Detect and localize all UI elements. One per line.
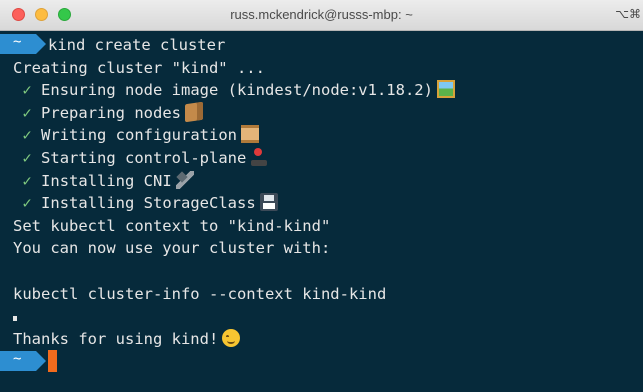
thanks-line: Thanks for using kind!: [13, 328, 643, 351]
step-text: Installing StorageClass: [41, 194, 256, 213]
step-line: ✓ Ensuring node image (kindest/node:v1.1…: [13, 79, 643, 102]
smiling-face-icon: [222, 328, 241, 347]
step-line: ✓ Installing CNI: [13, 170, 643, 193]
prompt-badge: ~: [0, 351, 46, 372]
context-line: Set kubectl context to "kind-kind": [13, 216, 331, 235]
step-text: Preparing nodes: [41, 103, 182, 122]
command-line: ~ kind create cluster: [0, 34, 643, 57]
check-icon: ✓: [22, 194, 32, 213]
prompt-cwd: ~: [13, 34, 22, 50]
window-title: russ.mckendrick@russs-mbp: ~: [230, 7, 413, 22]
creating-cluster-line: Creating cluster "kind" ...: [13, 58, 265, 77]
step-line: ✓ Installing StorageClass: [13, 192, 643, 215]
keyboard-shortcut-hint: ⌥⌘: [615, 7, 641, 21]
terminal-window: russ.mckendrick@russs-mbp: ~ ⌥⌘ ~ kind cr…: [0, 0, 643, 392]
joystick-icon: [250, 147, 268, 166]
example-command-line: kubectl cluster-info --context kind-kind: [13, 284, 387, 303]
electric-plug-icon: [175, 170, 194, 189]
prompt-badge: ~: [0, 34, 46, 54]
prompt-cwd: ~: [13, 351, 22, 368]
title-bar: russ.mckendrick@russs-mbp: ~ ⌥⌘: [0, 0, 643, 31]
thanks-text: Thanks for using kind!: [13, 329, 219, 348]
step-line: ✓ Writing configuration: [13, 124, 643, 147]
check-icon: ✓: [22, 171, 32, 190]
check-icon: ✓: [22, 81, 32, 100]
step-line: ✓ Preparing nodes: [13, 101, 643, 125]
step-text: Ensuring node image (kindest/node:v1.18.…: [41, 81, 433, 100]
check-icon: ✓: [22, 126, 32, 145]
floppy-disk-icon: [259, 193, 278, 212]
command-text: kind create cluster: [48, 36, 226, 54]
step-text: Starting control-plane: [41, 148, 247, 167]
check-icon: ✓: [22, 148, 32, 167]
package-icon: [185, 101, 204, 123]
scroll-icon: [241, 125, 259, 144]
block-cursor: [48, 350, 57, 373]
text-cursor: [13, 316, 17, 322]
blank-line-with-cursor: [13, 305, 643, 328]
step-text: Writing configuration: [41, 126, 237, 145]
step-line: ✓ Starting control-plane: [13, 147, 643, 170]
usage-line: You can now use your cluster with:: [13, 239, 331, 258]
step-text: Installing CNI: [41, 171, 172, 190]
check-icon: ✓: [22, 103, 32, 122]
framed-picture-icon: [436, 80, 455, 99]
terminal-output[interactable]: ~ kind create cluster Creating cluster "k…: [0, 31, 643, 392]
active-prompt-line[interactable]: ~: [0, 350, 643, 373]
